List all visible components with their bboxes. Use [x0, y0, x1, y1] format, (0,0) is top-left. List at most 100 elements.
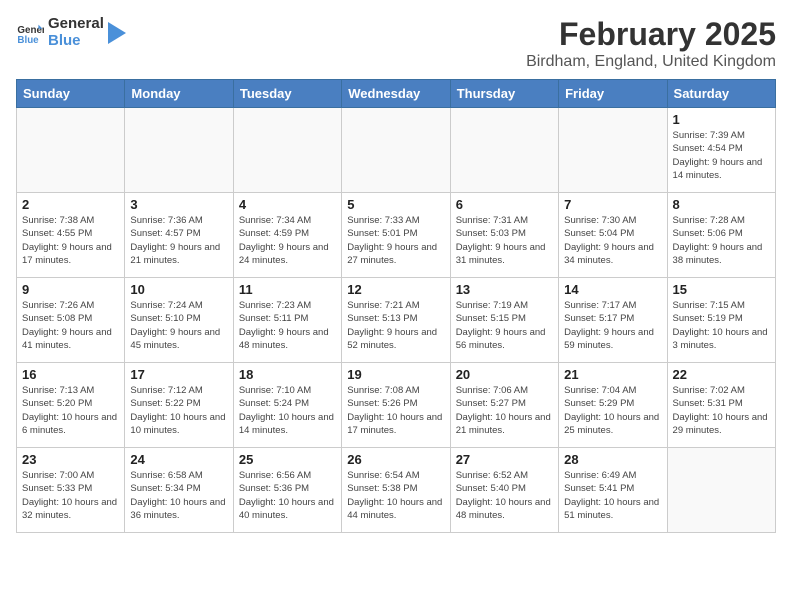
weekday-header-saturday: Saturday — [667, 80, 775, 108]
calendar-cell: 28Sunrise: 6:49 AM Sunset: 5:41 PM Dayli… — [559, 448, 667, 533]
calendar-cell: 11 Sunrise: 7:23 AM Sunset: 5:11 PM Dayli… — [233, 278, 341, 363]
day-info: Sunrise: 7:38 AM Sunset: 4:55 PM Dayligh… — [22, 214, 119, 267]
day-number: 14 — [564, 282, 661, 297]
calendar-cell — [559, 108, 667, 193]
weekday-header-sunday: Sunday — [17, 80, 125, 108]
day-number: 21 — [564, 367, 661, 382]
day-number: 12 — [347, 282, 444, 297]
day-number: 9 — [22, 282, 119, 297]
calendar-cell — [667, 448, 775, 533]
day-number: 15 — [673, 282, 770, 297]
day-info: Sunrise: 6:52 AM Sunset: 5:40 PM Dayligh… — [456, 469, 553, 522]
day-number: 17 — [130, 367, 227, 382]
logo-icon: General Blue — [16, 19, 44, 47]
day-info: Sunrise: 7:19 AM Sunset: 5:15 PM Dayligh… — [456, 299, 553, 352]
calendar-cell: 19 Sunrise: 7:08 AM Sunset: 5:26 PM Dayli… — [342, 363, 450, 448]
logo-blue: Blue — [48, 33, 104, 50]
calendar-cell: 20 Sunrise: 7:06 AM Sunset: 5:27 PM Dayli… — [450, 363, 558, 448]
calendar-cell: 18 Sunrise: 7:10 AM Sunset: 5:24 PM Dayli… — [233, 363, 341, 448]
calendar-cell: 16 Sunrise: 7:13 AM Sunset: 5:20 PM Dayli… — [17, 363, 125, 448]
logo-general: General — [48, 16, 104, 33]
day-info: Sunrise: 7:34 AM Sunset: 4:59 PM Dayligh… — [239, 214, 336, 267]
calendar-cell: 1 Sunrise: 7:39 AM Sunset: 4:54 PM Daylig… — [667, 108, 775, 193]
day-number: 11 — [239, 282, 336, 297]
week-row-4: 16 Sunrise: 7:13 AM Sunset: 5:20 PM Dayli… — [17, 363, 776, 448]
week-row-1: 1 Sunrise: 7:39 AM Sunset: 4:54 PM Daylig… — [17, 108, 776, 193]
day-number: 3 — [130, 197, 227, 212]
week-row-3: 9 Sunrise: 7:26 AM Sunset: 5:08 PM Daylig… — [17, 278, 776, 363]
calendar-cell: 3 Sunrise: 7:36 AM Sunset: 4:57 PM Daylig… — [125, 193, 233, 278]
weekday-header-thursday: Thursday — [450, 80, 558, 108]
day-info: Sunrise: 7:33 AM Sunset: 5:01 PM Dayligh… — [347, 214, 444, 267]
svg-text:Blue: Blue — [17, 34, 39, 45]
day-info: Sunrise: 7:26 AM Sunset: 5:08 PM Dayligh… — [22, 299, 119, 352]
calendar-cell — [450, 108, 558, 193]
calendar-cell: 14 Sunrise: 7:17 AM Sunset: 5:17 PM Dayli… — [559, 278, 667, 363]
day-info: Sunrise: 7:39 AM Sunset: 4:54 PM Dayligh… — [673, 129, 770, 182]
calendar-subtitle: Birdham, England, United Kingdom — [526, 53, 776, 71]
day-number: 16 — [22, 367, 119, 382]
logo-arrow-icon — [108, 22, 126, 44]
calendar-cell: 23 Sunrise: 7:00 AM Sunset: 5:33 PM Dayli… — [17, 448, 125, 533]
day-info: Sunrise: 7:08 AM Sunset: 5:26 PM Dayligh… — [347, 384, 444, 437]
day-info: Sunrise: 7:28 AM Sunset: 5:06 PM Dayligh… — [673, 214, 770, 267]
day-info: Sunrise: 7:15 AM Sunset: 5:19 PM Dayligh… — [673, 299, 770, 352]
day-info: Sunrise: 7:21 AM Sunset: 5:13 PM Dayligh… — [347, 299, 444, 352]
calendar-title: February 2025 — [526, 16, 776, 53]
calendar-cell: 5 Sunrise: 7:33 AM Sunset: 5:01 PM Daylig… — [342, 193, 450, 278]
day-info: Sunrise: 6:58 AM Sunset: 5:34 PM Dayligh… — [130, 469, 227, 522]
calendar-cell: 7 Sunrise: 7:30 AM Sunset: 5:04 PM Daylig… — [559, 193, 667, 278]
day-info: Sunrise: 7:17 AM Sunset: 5:17 PM Dayligh… — [564, 299, 661, 352]
day-number: 10 — [130, 282, 227, 297]
calendar-cell: 27 Sunrise: 6:52 AM Sunset: 5:40 PM Dayli… — [450, 448, 558, 533]
calendar-cell: 22Sunrise: 7:02 AM Sunset: 5:31 PM Dayli… — [667, 363, 775, 448]
day-info: Sunrise: 7:30 AM Sunset: 5:04 PM Dayligh… — [564, 214, 661, 267]
page-header: General Blue General Blue February 2025 … — [16, 16, 776, 71]
day-number: 20 — [456, 367, 553, 382]
calendar-cell: 12 Sunrise: 7:21 AM Sunset: 5:13 PM Dayli… — [342, 278, 450, 363]
day-number: 5 — [347, 197, 444, 212]
title-block: February 2025 Birdham, England, United K… — [526, 16, 776, 71]
calendar-cell — [17, 108, 125, 193]
day-info: Sunrise: 7:13 AM Sunset: 5:20 PM Dayligh… — [22, 384, 119, 437]
day-number: 7 — [564, 197, 661, 212]
day-info: Sunrise: 7:00 AM Sunset: 5:33 PM Dayligh… — [22, 469, 119, 522]
calendar-cell: 10Sunrise: 7:24 AM Sunset: 5:10 PM Dayli… — [125, 278, 233, 363]
calendar-table: SundayMondayTuesdayWednesdayThursdayFrid… — [16, 79, 776, 533]
day-info: Sunrise: 7:23 AM Sunset: 5:11 PM Dayligh… — [239, 299, 336, 352]
weekday-header-friday: Friday — [559, 80, 667, 108]
day-info: Sunrise: 7:36 AM Sunset: 4:57 PM Dayligh… — [130, 214, 227, 267]
day-number: 19 — [347, 367, 444, 382]
calendar-cell: 26 Sunrise: 6:54 AM Sunset: 5:38 PM Dayli… — [342, 448, 450, 533]
day-info: Sunrise: 6:56 AM Sunset: 5:36 PM Dayligh… — [239, 469, 336, 522]
day-number: 6 — [456, 197, 553, 212]
day-number: 24 — [130, 452, 227, 467]
day-number: 8 — [673, 197, 770, 212]
day-info: Sunrise: 7:10 AM Sunset: 5:24 PM Dayligh… — [239, 384, 336, 437]
day-number: 2 — [22, 197, 119, 212]
day-number: 4 — [239, 197, 336, 212]
calendar-cell: 21Sunrise: 7:04 AM Sunset: 5:29 PM Dayli… — [559, 363, 667, 448]
week-row-5: 23 Sunrise: 7:00 AM Sunset: 5:33 PM Dayli… — [17, 448, 776, 533]
calendar-cell: 9 Sunrise: 7:26 AM Sunset: 5:08 PM Daylig… — [17, 278, 125, 363]
day-number: 1 — [673, 112, 770, 127]
calendar-cell: 2 Sunrise: 7:38 AM Sunset: 4:55 PM Daylig… — [17, 193, 125, 278]
day-number: 13 — [456, 282, 553, 297]
calendar-cell: 24 Sunrise: 6:58 AM Sunset: 5:34 PM Dayli… — [125, 448, 233, 533]
day-info: Sunrise: 6:54 AM Sunset: 5:38 PM Dayligh… — [347, 469, 444, 522]
day-number: 23 — [22, 452, 119, 467]
weekday-header-monday: Monday — [125, 80, 233, 108]
day-number: 26 — [347, 452, 444, 467]
calendar-cell — [125, 108, 233, 193]
weekday-header-tuesday: Tuesday — [233, 80, 341, 108]
weekday-header-row: SundayMondayTuesdayWednesdayThursdayFrid… — [17, 80, 776, 108]
calendar-cell: 6Sunrise: 7:31 AM Sunset: 5:03 PM Daylig… — [450, 193, 558, 278]
calendar-cell: 17 Sunrise: 7:12 AM Sunset: 5:22 PM Dayli… — [125, 363, 233, 448]
day-number: 27 — [456, 452, 553, 467]
day-number: 22 — [673, 367, 770, 382]
day-info: Sunrise: 7:06 AM Sunset: 5:27 PM Dayligh… — [456, 384, 553, 437]
day-info: Sunrise: 7:12 AM Sunset: 5:22 PM Dayligh… — [130, 384, 227, 437]
calendar-cell — [233, 108, 341, 193]
day-number: 18 — [239, 367, 336, 382]
calendar-cell: 8 Sunrise: 7:28 AM Sunset: 5:06 PM Daylig… — [667, 193, 775, 278]
